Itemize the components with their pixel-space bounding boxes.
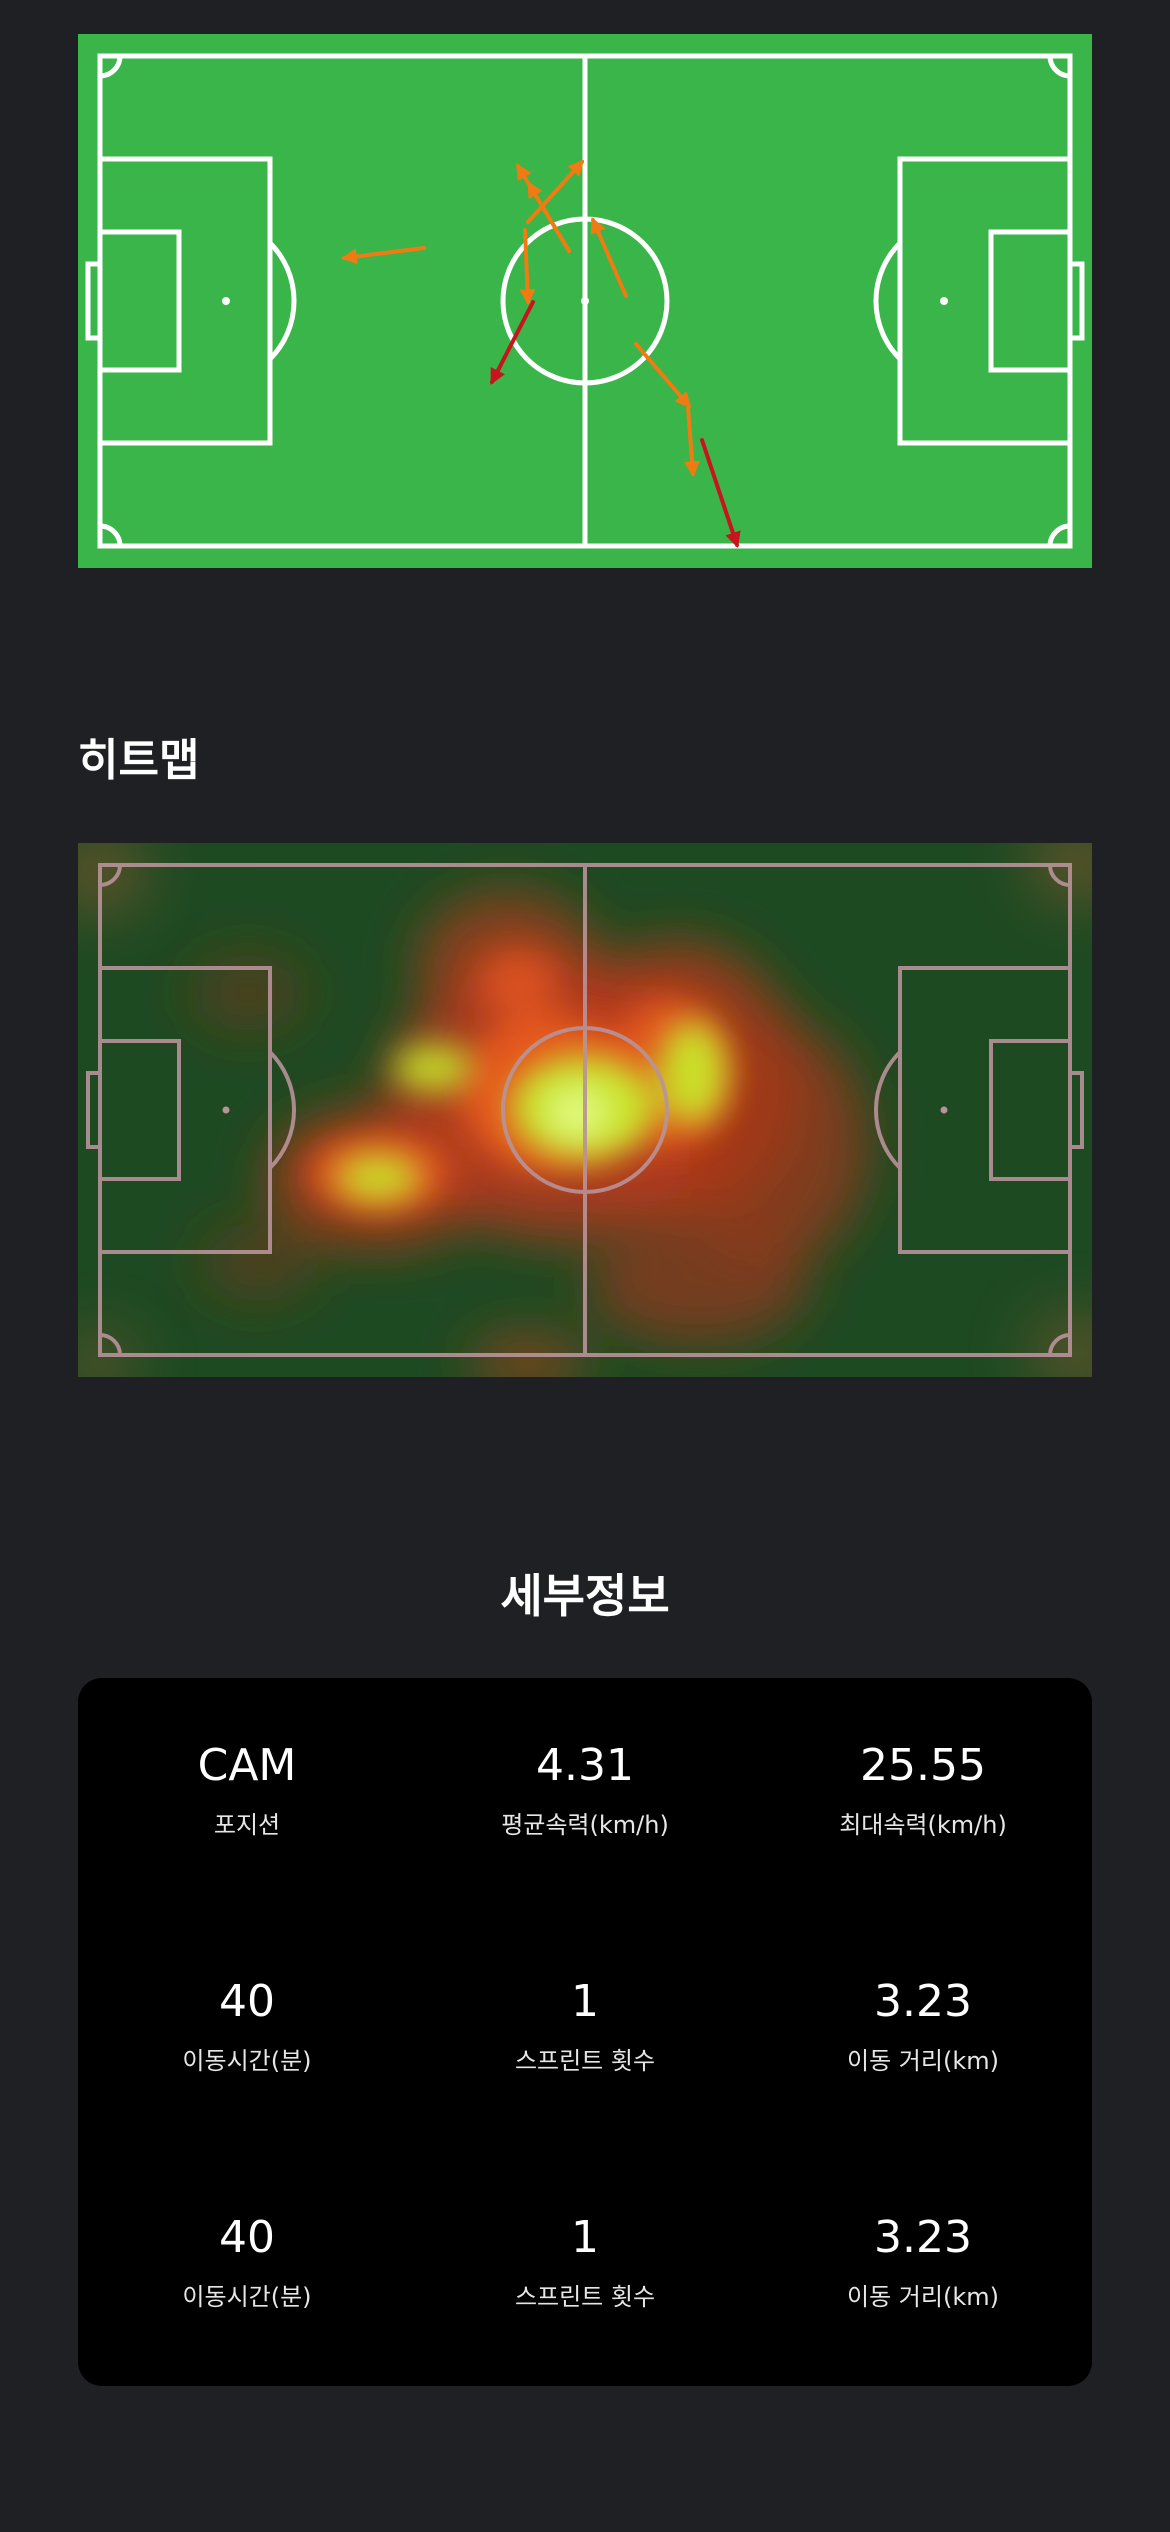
stat-value: 4.31: [536, 1740, 634, 1791]
stat-value: 40: [219, 1976, 275, 2027]
stat-sprint-count: 1 스프린트 횟수: [416, 1974, 754, 2210]
stat-label: 포지션: [213, 1811, 281, 1839]
stat-label: 평균속력(km/h): [501, 1811, 669, 1839]
stat-label: 스프린트 횟수: [514, 2047, 656, 2075]
stat-label: 스프린트 횟수: [514, 2283, 656, 2311]
stat-sprint-count: 1 스프린트 횟수: [416, 2210, 754, 2446]
stat-max-speed: 25.55 최대속력(km/h): [754, 1738, 1092, 1974]
stat-value: 3.23: [874, 1976, 972, 2027]
stat-average-speed: 4.31 평균속력(km/h): [416, 1738, 754, 1974]
stats-grid: CAM 포지션 4.31 평균속력(km/h) 25.55 최대속력(km/h)…: [78, 1678, 1092, 2386]
stat-label: 이동 거리(km): [847, 2283, 999, 2311]
pass-map-pitch: [78, 34, 1092, 568]
stat-play-time: 40 이동시간(분): [78, 1974, 416, 2210]
stat-distance: 3.23 이동 거리(km): [754, 1974, 1092, 2210]
details-title: 세부정보: [500, 1569, 670, 1623]
heatmap-pitch: [78, 843, 1092, 1377]
stat-value: 1: [571, 2212, 599, 2263]
stat-value: CAM: [197, 1740, 297, 1791]
stat-label: 최대속력(km/h): [839, 1811, 1007, 1839]
stat-value: 40: [219, 2212, 275, 2263]
stat-value: 1: [571, 1976, 599, 2027]
heatmap: [78, 843, 1092, 1377]
stat-label: 이동시간(분): [182, 2283, 312, 2311]
stat-play-time: 40 이동시간(분): [78, 2210, 416, 2446]
stat-value: 3.23: [874, 2212, 972, 2263]
stat-label: 이동 거리(km): [847, 2047, 999, 2075]
stat-position: CAM 포지션: [78, 1738, 416, 1974]
stat-value: 25.55: [860, 1740, 986, 1791]
pass-map: [78, 34, 1092, 568]
heatmap-title: 히트맵: [78, 735, 200, 786]
details-card: CAM 포지션 4.31 평균속력(km/h) 25.55 최대속력(km/h)…: [78, 1678, 1092, 2386]
stat-label: 이동시간(분): [182, 2047, 312, 2075]
stat-distance: 3.23 이동 거리(km): [754, 2210, 1092, 2446]
